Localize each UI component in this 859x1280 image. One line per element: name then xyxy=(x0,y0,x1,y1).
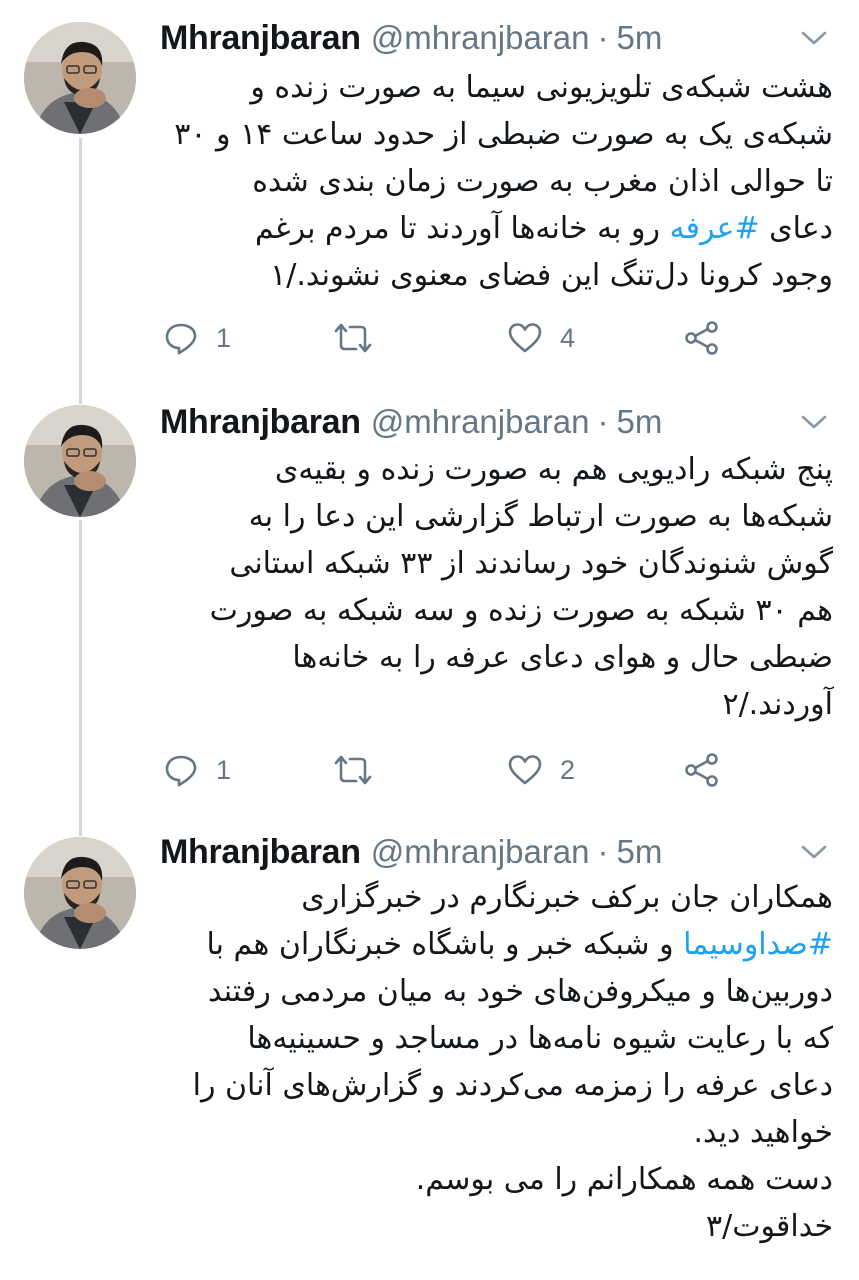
timestamp[interactable]: 5m xyxy=(617,403,663,441)
action-bar: 1 2 xyxy=(160,748,760,792)
like-icon xyxy=(508,322,542,354)
like-button[interactable]: 4 xyxy=(508,316,575,360)
action-bar: 1 4 xyxy=(160,316,760,360)
tweet-header: Mhranjbaran @mhranjbaran · 5m xyxy=(160,830,829,874)
tweet-text: هشت شبکه‌ی تلویزیونی سیما به صورت زنده و… xyxy=(150,64,833,299)
text-line: دعای عرفه را زمزمه می‌کردند و گزارش‌های … xyxy=(192,1068,833,1103)
text-line: پنج شبکه رادیویی هم به صورت زنده و بقیه‌… xyxy=(274,452,833,487)
tweet-header: Mhranjbaran @mhranjbaran · 5m xyxy=(160,16,829,60)
share-button[interactable] xyxy=(684,316,720,360)
text-line: گوش شنوندگان خود رساندند از ۳۳ شبکه استا… xyxy=(229,546,833,581)
avatar[interactable] xyxy=(24,837,136,949)
chevron-down-icon[interactable] xyxy=(799,838,829,866)
retweet-button[interactable] xyxy=(332,748,374,792)
text-line: هشت شبکه‌ی تلویزیونی سیما به صورت زنده و xyxy=(250,70,833,105)
text-line: شبکه‌ی یک به صورت ضبطی از حدود ساعت ۱۴ و… xyxy=(174,117,833,152)
separator-dot: · xyxy=(597,403,609,440)
like-button[interactable]: 2 xyxy=(508,748,575,792)
tweet[interactable]: Mhranjbaran @mhranjbaran · 5m همکاران جا… xyxy=(0,830,859,1280)
text-fragment: دعای xyxy=(759,211,833,246)
share-icon xyxy=(684,752,720,788)
like-count: 4 xyxy=(560,322,576,353)
retweet-icon xyxy=(332,753,374,787)
retweet-icon xyxy=(332,321,374,355)
text-line: دعای #عرفه رو به خانه‌ها آوردند تا مردم … xyxy=(150,205,833,252)
reply-icon xyxy=(164,321,198,355)
hashtag-link[interactable]: #عرفه xyxy=(670,211,760,246)
tweet-header: Mhranjbaran @mhranjbaran · 5m xyxy=(160,400,829,444)
share-button[interactable] xyxy=(684,748,720,792)
hashtag-link[interactable]: #صداوسیما xyxy=(683,927,833,962)
like-count: 2 xyxy=(560,754,576,785)
retweet-button[interactable] xyxy=(332,316,374,360)
user-handle[interactable]: @mhranjbaran xyxy=(371,19,590,57)
share-icon xyxy=(684,320,720,356)
text-line: ضبطی حال و هوای دعای عرفه را به خانه‌ها xyxy=(292,640,833,675)
separator-dot: · xyxy=(597,833,609,870)
reply-icon xyxy=(164,753,198,787)
like-icon xyxy=(508,754,542,786)
avatar[interactable] xyxy=(24,405,136,517)
text-line: شبکه‌ها به صورت ارتباط گزارشی این دعا را… xyxy=(248,499,833,534)
text-fragment: رو به خانه‌ها آوردند تا مردم برغم xyxy=(254,211,670,246)
text-line: تا حوالی اذان مغرب به صورت زمان بندی شده xyxy=(252,164,833,199)
text-line: وجود کرونا دل‌تنگ این فضای معنوی نشوند./… xyxy=(270,258,833,293)
timestamp[interactable]: 5m xyxy=(617,19,663,57)
reply-button[interactable]: 1 xyxy=(164,316,231,360)
text-line: آوردند./۲ xyxy=(722,687,833,722)
user-handle[interactable]: @mhranjbaran xyxy=(371,403,590,441)
reply-count: 1 xyxy=(216,322,232,353)
separator-dot: · xyxy=(597,19,609,56)
user-handle[interactable]: @mhranjbaran xyxy=(371,833,590,871)
text-line: که با رعایت شیوه نامه‌ها در مساجد و حسین… xyxy=(247,1021,833,1056)
text-line: همکاران جان برکف خبرنگارم در خبرگزاری xyxy=(301,880,833,915)
text-line: خداقوت/۳ xyxy=(706,1209,833,1244)
text-line: خواهید دید. xyxy=(693,1115,833,1150)
timestamp[interactable]: 5m xyxy=(617,833,663,871)
display-name[interactable]: Mhranjbaran xyxy=(160,19,361,58)
text-line: هم ۳۰ شبکه به صورت زنده و سه شبکه به صور… xyxy=(209,593,833,628)
text-fragment: و شبکه خبر و باشگاه خبرنگاران هم با xyxy=(206,927,684,962)
tweet-text: پنج شبکه رادیویی هم به صورت زنده و بقیه‌… xyxy=(150,446,833,728)
text-line: دوربین‌ها و میکروفن‌های خود به میان مردم… xyxy=(208,974,833,1009)
text-line: دست همه همکارانم را می بوسم. xyxy=(415,1162,833,1197)
display-name[interactable]: Mhranjbaran xyxy=(160,833,361,872)
reply-button[interactable]: 1 xyxy=(164,748,231,792)
display-name[interactable]: Mhranjbaran xyxy=(160,403,361,442)
tweet[interactable]: Mhranjbaran @mhranjbaran · 5m هشت شبکه‌ی… xyxy=(0,0,859,400)
text-line: #صداوسیما و شبکه خبر و باشگاه خبرنگاران … xyxy=(150,921,833,968)
avatar[interactable] xyxy=(24,22,136,134)
chevron-down-icon[interactable] xyxy=(799,24,829,52)
chevron-down-icon[interactable] xyxy=(799,408,829,436)
tweet-text: همکاران جان برکف خبرنگارم در خبرگزاری #ص… xyxy=(150,874,833,1250)
tweet[interactable]: Mhranjbaran @mhranjbaran · 5m پنج شبکه ر… xyxy=(0,400,859,830)
reply-count: 1 xyxy=(216,754,232,785)
